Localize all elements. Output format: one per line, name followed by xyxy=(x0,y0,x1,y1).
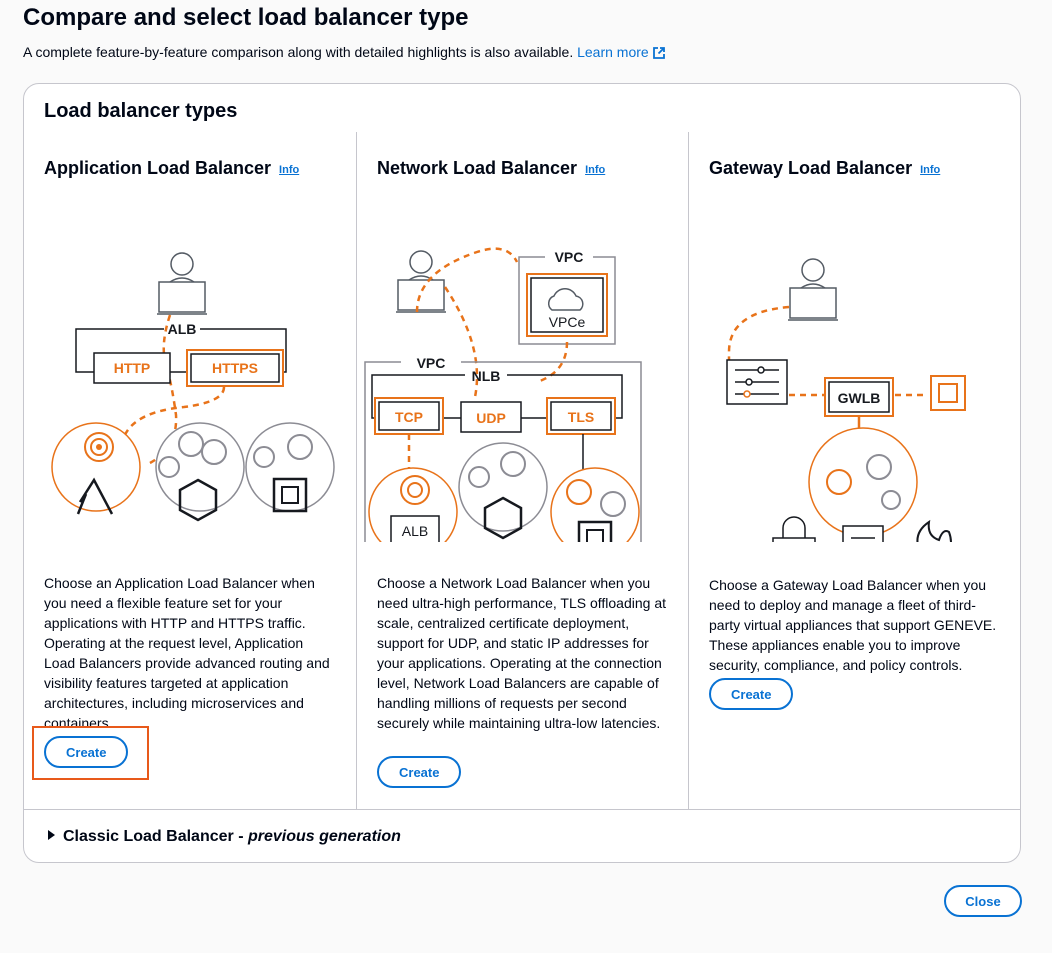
load-balancer-types-panel: Load balancer types Application Load Bal… xyxy=(23,83,1021,863)
udp-listener-label: UDP xyxy=(476,410,506,426)
panel-divider xyxy=(24,809,1020,810)
gwlb-title-text: Gateway Load Balancer xyxy=(709,158,913,178)
create-button-highlight xyxy=(32,726,149,780)
user-icon xyxy=(396,250,446,313)
nlb-column: Network Load Balancer Info VPC VPCe VPC N… xyxy=(356,132,689,809)
gwlb-title: Gateway Load Balancer Info xyxy=(709,158,940,179)
page-title: Compare and select load balancer type xyxy=(23,4,469,31)
subtitle-text: A complete feature-by-feature comparison… xyxy=(23,44,574,60)
vpc-top-label: VPC xyxy=(555,249,584,265)
classic-label: Classic Load Balancer - xyxy=(63,828,244,845)
learn-more-label: Learn more xyxy=(577,44,649,60)
user-icon xyxy=(788,258,838,321)
vpc-label: VPC xyxy=(417,355,446,371)
gwlb-create-button[interactable]: Create xyxy=(709,678,794,710)
alb-target-label: ALB xyxy=(402,523,428,539)
user-icon xyxy=(157,252,207,315)
tls-listener-label: TLS xyxy=(568,409,594,425)
external-link-icon xyxy=(652,47,665,59)
classic-suffix: previous generation xyxy=(247,828,401,845)
close-button[interactable]: Close xyxy=(944,885,1022,917)
gwlb-illustration: GWLB xyxy=(726,258,966,542)
vpce-label: VPCe xyxy=(549,314,586,330)
nlb-title-text: Network Load Balancer xyxy=(377,158,578,178)
alb-illustration: ALB HTTP HTTPS xyxy=(51,252,335,522)
alb-column: Application Load Balancer Info ALB HTTP H… xyxy=(24,132,356,809)
https-listener-label: HTTPS xyxy=(212,360,258,376)
nlb-info-link[interactable]: Info xyxy=(585,164,605,176)
nlb-illustration: VPC VPCe VPC NLB TCP UDP TLS ALB xyxy=(364,247,642,542)
gwlb-label: GWLB xyxy=(838,390,881,406)
gwlb-description: Choose a Gateway Load Balancer when you … xyxy=(709,577,997,673)
tcp-listener-label: TCP xyxy=(395,409,423,425)
panel-title: Load balancer types xyxy=(44,100,238,122)
alb-info-link[interactable]: Info xyxy=(279,164,299,176)
alb-title-text: Application Load Balancer xyxy=(44,158,272,178)
nlb-description: Choose a Network Load Balancer when you … xyxy=(377,575,667,731)
alb-group-label: ALB xyxy=(168,321,197,337)
nlb-group-label: NLB xyxy=(472,368,501,384)
http-listener-label: HTTP xyxy=(114,360,151,376)
gwlb-column: Gateway Load Balancer Info GWLB Choose a… xyxy=(688,132,1022,809)
nlb-title: Network Load Balancer Info xyxy=(377,158,605,179)
alb-description: Choose an Application Load Balancer when… xyxy=(44,575,330,731)
nlb-create-button[interactable]: Create xyxy=(377,756,462,788)
gwlb-info-link[interactable]: Info xyxy=(920,164,940,176)
caret-right-icon xyxy=(48,830,55,840)
learn-more-link[interactable]: Learn more xyxy=(577,44,665,60)
classic-load-balancer-expander[interactable]: Classic Load Balancer - previous generat… xyxy=(48,828,401,846)
page-subtitle: A complete feature-by-feature comparison… xyxy=(23,44,665,60)
alb-title: Application Load Balancer Info xyxy=(44,158,299,179)
